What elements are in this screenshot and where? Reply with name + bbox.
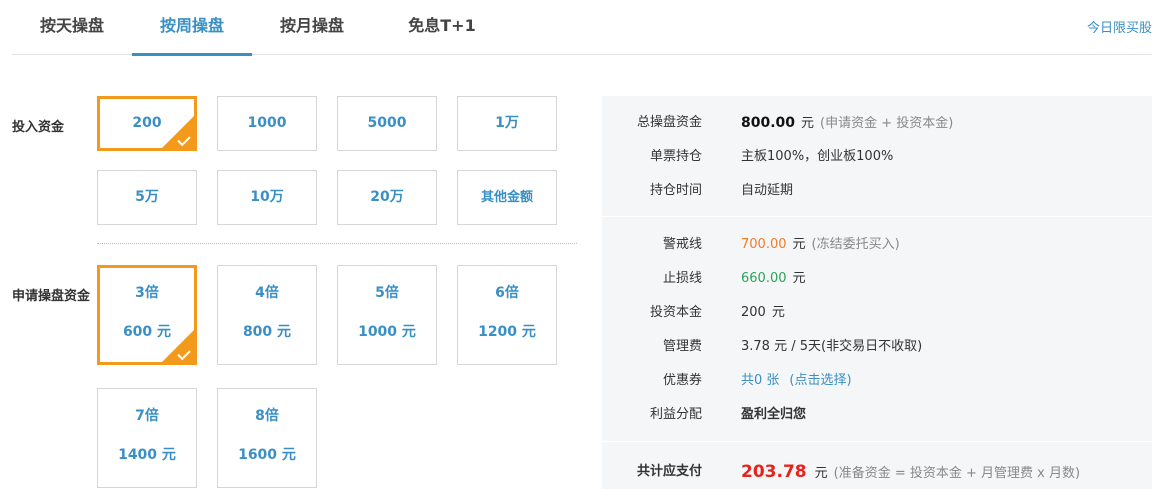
stop-loss-label: 止损线 (662, 271, 702, 286)
management-fee-row: 管理费 3.78 元 / 5天(非交易日不收取) (602, 337, 1152, 357)
leverage-amount: 800 元 (242, 324, 292, 340)
principal-label: 投资本金 (649, 305, 702, 320)
warning-line-note: (冻结委托买入) (811, 237, 900, 252)
principal-row: 投资本金 200 元 (602, 303, 1152, 323)
warning-line-unit: 元 (792, 237, 806, 252)
principal-unit: 元 (771, 305, 785, 320)
total-pay-label: 共计应支付 (636, 464, 702, 479)
stop-loss-unit: 元 (792, 271, 806, 286)
leverage-option-6x[interactable]: 6倍 1200 元 (457, 265, 557, 365)
invest-option-label: 1万 (495, 115, 519, 131)
warning-line-value-group: 700.00 元 (冻结委托买入) (741, 235, 900, 255)
tab-interest-free[interactable]: 免息T+1 (372, 0, 512, 55)
single-stock-label: 单票持仓 (649, 149, 702, 164)
invest-option-label: 1000 (247, 115, 287, 131)
tab-monthly[interactable]: 按月操盘 (252, 0, 372, 55)
leverage-multiple: 8倍 (255, 408, 279, 424)
invest-option-label: 其他金额 (480, 190, 533, 205)
leverage-option-5x[interactable]: 5倍 1000 元 (337, 265, 437, 365)
stop-loss-value-group: 660.00 元 (741, 269, 806, 289)
total-pay-value: 203.78 (741, 462, 807, 482)
leverage-multiple: 3倍 (135, 285, 159, 301)
leverage-multiple: 5倍 (375, 285, 399, 301)
divider (97, 243, 577, 244)
stop-loss-row: 止损线 660.00 元 (602, 269, 1152, 289)
invest-option-100k[interactable]: 10万 (217, 170, 317, 225)
hold-time-row: 持仓时间 自动延期 (602, 181, 1152, 201)
warning-line-value: 700.00 (741, 237, 787, 252)
section-separator (602, 441, 1152, 442)
principal-value-group: 200 元 (741, 303, 785, 323)
leverage-multiple: 4倍 (255, 285, 279, 301)
management-fee-value: 3.78 元 / 5天 (741, 339, 821, 354)
leverage-option-8x[interactable]: 8倍 1600 元 (217, 388, 317, 488)
stop-loss-value: 660.00 (741, 271, 787, 286)
coupon-label: 优惠券 (662, 373, 702, 388)
leverage-option-4x[interactable]: 4倍 800 元 (217, 265, 317, 365)
hold-time-label: 持仓时间 (649, 183, 702, 198)
coupon-value-group[interactable]: 共0 张 (点击选择) (741, 371, 852, 391)
invest-label: 投入资金 (12, 120, 65, 135)
total-capital-label: 总操盘资金 (636, 115, 702, 130)
tab-bar: 按天操盘 按周操盘 按月操盘 免息T+1 今日限买股 (12, 0, 1152, 56)
leverage-option-3x[interactable]: 3倍 600 元 (97, 265, 197, 365)
leverage-label: 申请操盘资金 (12, 289, 91, 304)
total-capital-unit: 元 (801, 116, 815, 131)
total-capital-note: (申请资金 + 投资本金) (820, 116, 954, 131)
profit-share-row: 利益分配 盈利全归您 (602, 405, 1152, 425)
section-separator (602, 216, 1152, 217)
tab-weekly[interactable]: 按周操盘 (132, 0, 252, 56)
summary-panel: 总操盘资金 800.00 元 (申请资金 + 投资本金) 单票持仓 主板100%，创… (602, 96, 1152, 489)
single-stock-value: 主板100%，创业板100% (741, 149, 894, 164)
invest-option-label: 10万 (250, 189, 284, 205)
total-capital-row: 总操盘资金 800.00 元 (申请资金 + 投资本金) (602, 113, 1152, 133)
selected-corner (161, 115, 194, 148)
limit-stocks-link[interactable]: 今日限买股 (1087, 17, 1152, 36)
warning-line-label: 警戒线 (662, 237, 702, 252)
invest-option-other[interactable]: 其他金额 (457, 170, 557, 225)
total-pay-row: 共计应支付 203.78 元 (准备资金 = 投资本金 + 月管理费 x 月数) (602, 462, 1152, 482)
invest-option-200k[interactable]: 20万 (337, 170, 437, 225)
coupon-count[interactable]: 共0 张 (741, 373, 779, 388)
management-fee-label: 管理费 (662, 339, 702, 354)
total-pay-unit: 元 (814, 466, 828, 481)
single-stock-row: 单票持仓 主板100%，创业板100% (602, 147, 1152, 167)
invest-option-10k[interactable]: 1万 (457, 96, 557, 151)
invest-option-label: 5000 (367, 115, 407, 131)
invest-option-200[interactable]: 200 (97, 96, 197, 151)
principal-value: 200 (741, 305, 766, 320)
invest-option-50k[interactable]: 5万 (97, 170, 197, 225)
total-capital-value-group: 800.00 元 (申请资金 + 投资本金) (741, 113, 953, 134)
invest-option-label: 20万 (370, 189, 404, 205)
total-capital-value: 800.00 (741, 115, 796, 131)
invest-option-label: 5万 (135, 189, 159, 205)
coupon-select-link[interactable]: (点击选择) (789, 373, 851, 388)
total-pay-note: (准备资金 = 投资本金 + 月管理费 x 月数) (833, 466, 1081, 481)
invest-option-1000[interactable]: 1000 (217, 96, 317, 151)
selected-corner (161, 329, 194, 362)
leverage-amount: 1200 元 (478, 324, 536, 340)
leverage-option-7x[interactable]: 7倍 1400 元 (97, 388, 197, 488)
tab-daily[interactable]: 按天操盘 (12, 0, 132, 55)
total-pay-value-group: 203.78 元 (准备资金 = 投资本金 + 月管理费 x 月数) (741, 462, 1080, 484)
management-fee-note: (非交易日不收取) (821, 339, 923, 354)
profit-share-label: 利益分配 (649, 407, 702, 422)
profit-share-value: 盈利全归您 (741, 407, 807, 422)
leverage-amount: 1000 元 (358, 324, 416, 340)
invest-option-5000[interactable]: 5000 (337, 96, 437, 151)
coupon-row: 优惠券 共0 张 (点击选择) (602, 371, 1152, 391)
leverage-amount: 1600 元 (238, 447, 296, 463)
hold-time-value: 自动延期 (741, 183, 794, 198)
leverage-amount: 1400 元 (118, 447, 176, 463)
management-fee-value-group: 3.78 元 / 5天(非交易日不收取) (741, 337, 922, 357)
leverage-multiple: 6倍 (495, 285, 519, 301)
leverage-multiple: 7倍 (135, 408, 159, 424)
warning-line-row: 警戒线 700.00 元 (冻结委托买入) (602, 235, 1152, 255)
